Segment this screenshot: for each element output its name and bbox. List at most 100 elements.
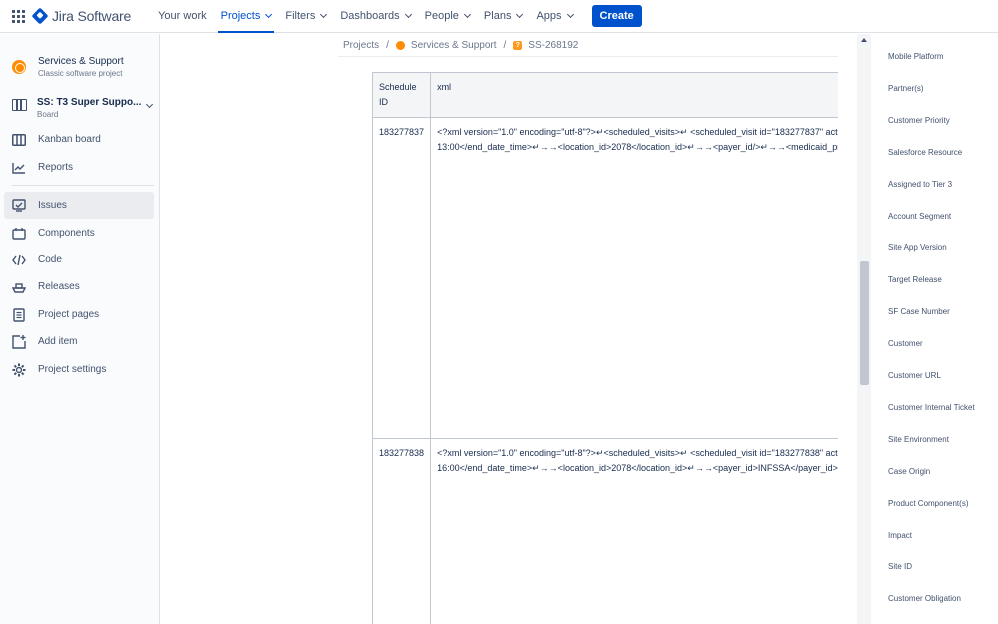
sidebar-item-label: Add item [38,336,78,347]
field-label: Account Segment [888,211,952,221]
jira-logo-icon [31,7,49,25]
chevron-down-icon [265,10,273,19]
nav-item-label: Plans [483,10,512,22]
field-label: Customer Obligation [888,594,961,604]
column-header-schedule-id: Schedule ID [373,73,432,118]
create-button[interactable]: Create [591,5,642,27]
sidebar-item-label: Components [38,228,95,239]
pages-icon [12,307,26,322]
chevron-down-icon [463,10,471,19]
logo-text: Jira Software [52,8,132,24]
components-icon [12,227,26,241]
xml-line: 13:00</end_date_time>↵→→<location_id>207… [437,142,838,152]
field-label: Partner(s) [888,83,924,93]
chevron-down-icon [516,10,524,19]
nav-item-label: Apps [536,10,562,22]
nav-item-plans[interactable]: Plans [477,0,530,33]
scroll-up-icon[interactable] [861,38,867,42]
chevron-down-icon [404,10,412,19]
sidebar-item-components[interactable]: Components [4,220,154,247]
board-sub: Board [37,110,59,119]
xml-line: <?xml version="1.0" encoding="utf-8"?>↵<… [437,127,838,137]
nav-item-label: Your work [158,10,207,22]
field-label: Salesforce Resource [888,147,963,157]
nav-item-label: Dashboards [340,10,400,22]
breadcrumb-divider [338,56,838,57]
project-avatar-icon [395,41,405,50]
breadcrumb-separator: / [386,40,389,51]
field-label: Site ID [888,562,913,572]
field-label: Site App Version [888,243,947,253]
add-item-icon [12,334,26,349]
vertical-scrollbar[interactable] [857,34,871,624]
sidebar-item-label: Releases [38,281,80,292]
nav-item-filters[interactable]: Filters [278,0,333,33]
field-label: Customer URL [888,371,941,380]
table-row: 183277838 <?xml version="1.0" encoding="… [373,438,838,624]
field-label: Impact [888,530,913,540]
field-label: Case Origin [888,466,931,476]
field-label: Customer [888,339,923,349]
project-avatar-icon [12,60,26,74]
nav-item-label: People [424,10,459,22]
sidebar-item-code[interactable]: Code [4,246,154,273]
field-label: Mobile Platform [888,52,944,61]
sidebar-item-label: Project settings [38,364,107,375]
table-header-row: Schedule ID xml [373,73,838,118]
sidebar-item-kanban-board[interactable]: Kanban board [4,126,154,153]
breadcrumb-projects[interactable]: Projects [343,40,379,51]
reports-icon [12,161,26,175]
sidebar-item-project-settings[interactable]: Project settings [4,356,154,383]
code-icon [12,253,26,267]
field-label: Site Environment [888,434,949,444]
field-label: Target Release [888,275,942,285]
issue-type-icon: ? [513,41,523,50]
sidebar-item-releases[interactable]: Releases [4,273,154,300]
sidebar-item-issues[interactable]: Issues [4,192,154,219]
nav-item-projects[interactable]: Projects [214,0,279,33]
app-switcher-icon[interactable] [12,9,25,23]
settings-icon [12,363,26,377]
sidebar-item-reports[interactable]: Reports [4,154,154,181]
board-icon [12,99,27,111]
nav-items: Your work Projects Filters Dashboards People… [151,0,579,33]
jira-logo[interactable]: Jira Software [31,7,132,25]
nav-item-apps[interactable]: Apps [529,0,579,33]
scrollbar-thumb[interactable] [860,261,869,385]
xml-cell: <?xml version="1.0" encoding="utf-8"?>↵<… [430,438,838,624]
breadcrumb-separator: / [503,40,507,51]
xml-table-container: Schedule ID xml 183277837 <?xml version=… [372,72,838,624]
sidebar-divider [12,185,154,186]
schedule-id-cell: 183277837 [373,117,432,439]
sidebar-item-project-pages[interactable]: Project pages [4,301,154,328]
breadcrumb-project[interactable]: Services & Support [411,40,497,51]
sidebar-item-add-item[interactable]: Add item [4,328,154,355]
field-label: Customer Priority [888,115,950,125]
kanban-icon [12,133,26,147]
field-label: Assigned to Tier 3 [888,179,953,189]
sidebar-item-label: Kanban board [38,134,101,145]
nav-item-dashboards[interactable]: Dashboards [333,0,417,33]
board-name: SS: T3 Super Suppo... [37,97,142,108]
sidebar-item-label: Reports [38,162,74,173]
xml-cell: <?xml version="1.0" encoding="utf-8"?>↵<… [430,117,838,439]
field-label: Customer Internal Ticket [888,402,975,412]
project-header[interactable]: Services & Support Classic software proj… [12,56,124,78]
issues-icon [12,199,26,213]
nav-item-your-work[interactable]: Your work [151,0,214,33]
board-switcher[interactable]: SS: T3 Super Suppo... Board [12,97,154,119]
sidebar-item-label: Issues [38,200,67,211]
breadcrumb-issue[interactable]: SS-268192 [528,40,578,51]
top-navigation: Jira Software Your work Projects Filters Da… [0,0,998,33]
xml-table: Schedule ID xml 183277837 <?xml version=… [373,73,838,624]
sidebar-item-label: Project pages [38,309,100,320]
nav-item-people[interactable]: People [418,0,477,33]
chevron-down-icon[interactable] [145,100,154,109]
releases-icon [12,280,26,294]
xml-line: <?xml version="1.0" encoding="utf-8"?>↵<… [437,448,838,458]
table-row: 183277837 <?xml version="1.0" encoding="… [373,117,838,439]
field-label: SF Case Number [888,307,950,317]
project-name: Services & Support [38,56,124,67]
chevron-down-icon [566,10,574,19]
xml-line: 16:00</end_date_time>↵→→<location_id>207… [437,463,838,473]
